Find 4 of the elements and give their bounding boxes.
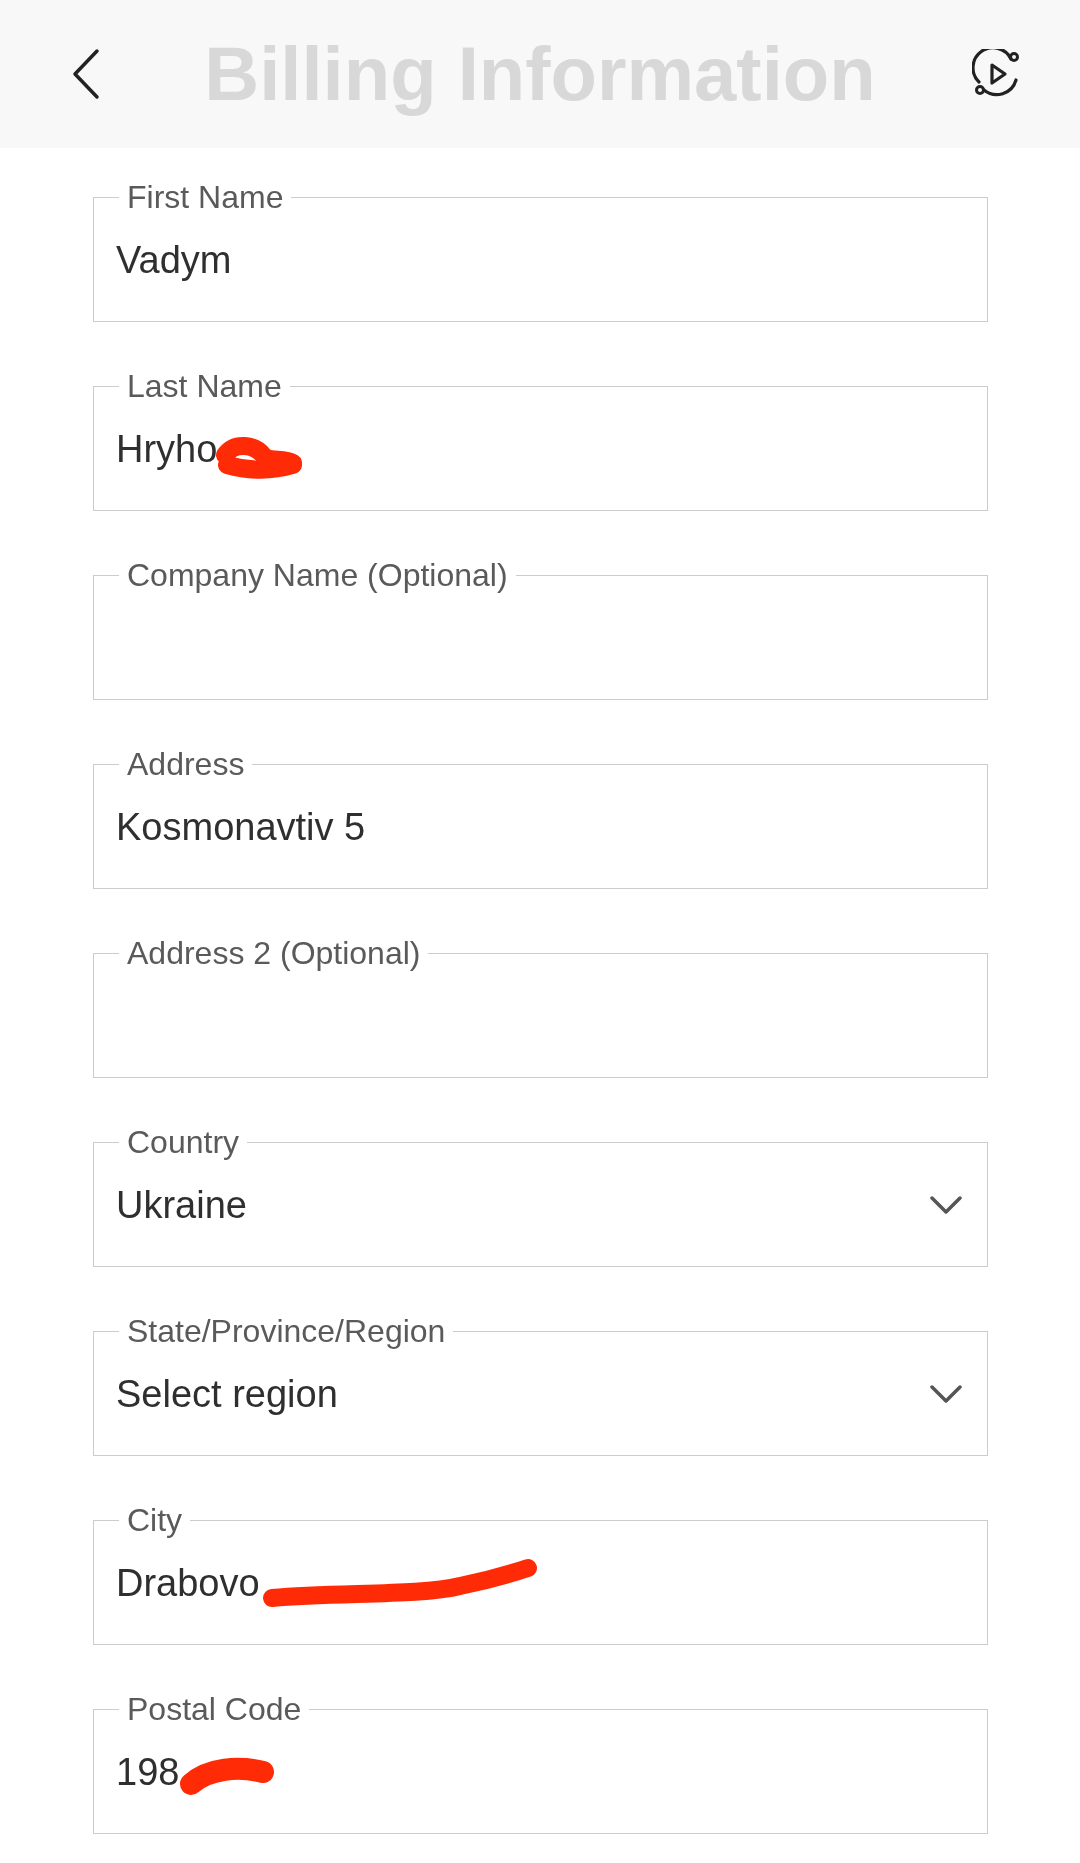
circle-play-icon xyxy=(972,49,1022,99)
chevron-down-icon xyxy=(930,1385,962,1403)
back-icon xyxy=(72,48,100,100)
chevron-down-icon xyxy=(930,1196,962,1214)
